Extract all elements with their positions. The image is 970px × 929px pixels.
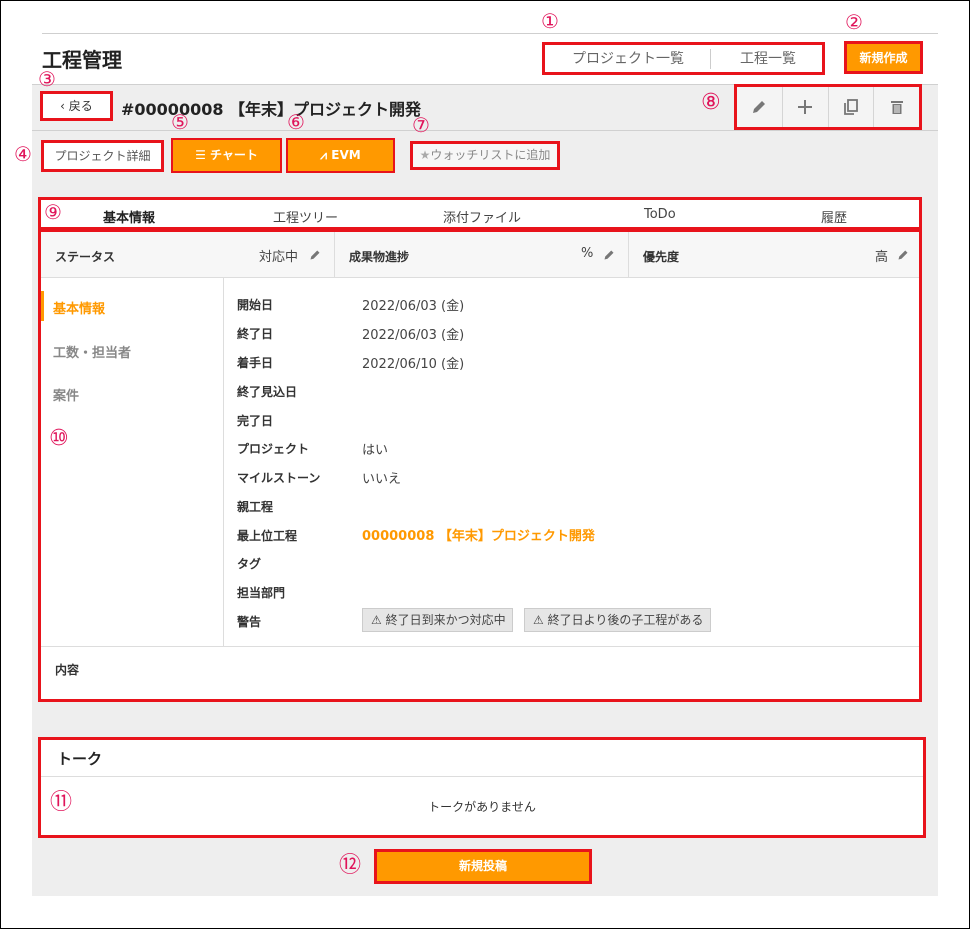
field-label: タグ [237, 557, 262, 571]
add-button[interactable] [783, 87, 829, 127]
tab-history[interactable]: 履歴 [821, 207, 847, 226]
star-icon: ★ [419, 148, 431, 162]
chevron-left-icon: ‹ [60, 99, 69, 113]
delete-button[interactable] [874, 87, 919, 127]
nav-process-list[interactable]: 工程一覧 [740, 48, 796, 68]
priority-cell: 優先度 高 [629, 232, 919, 278]
annotation-number: ⑦ [412, 113, 430, 137]
top-process-link[interactable]: 00000008 【年末】プロジェクト開発 [362, 525, 595, 544]
tab-attachments[interactable]: 添付ファイル [443, 207, 521, 226]
warning-text: 終了日より後の子工程がある [547, 613, 704, 627]
evm-button[interactable]: ⩘ EVM [286, 138, 395, 173]
warning-icon: ⚠ [533, 613, 544, 627]
annotation-number: ① [541, 9, 559, 33]
annotation-number: ⑫ [339, 853, 362, 878]
gantt-icon: ☰ [195, 148, 211, 162]
annotation-number: ④ [14, 142, 32, 166]
talk-empty-message: トークがありません [428, 800, 536, 814]
trash-icon [890, 101, 903, 114]
sidebar-item-basic-info[interactable]: 基本情報 [53, 298, 105, 317]
field-value: いいえ [362, 472, 402, 487]
trend-icon: ⩘ [320, 148, 332, 162]
tab-process-tree[interactable]: 工程ツリー [273, 207, 338, 226]
action-toolbar [734, 84, 922, 130]
field-label: 着手日 [237, 356, 274, 370]
watchlist-button[interactable]: ★ウォッチリストに追加 [410, 141, 560, 170]
back-label: 戻る [68, 99, 93, 113]
field-label: 開始日 [237, 298, 274, 312]
status-cell: ステータス 対応中 [41, 232, 335, 278]
field-label: 終了日 [237, 327, 274, 341]
annotation-number: ③ [38, 67, 56, 91]
warning-badge: ⚠ 終了日到来かつ対応中 [362, 608, 513, 632]
warning-icon: ⚠ [371, 613, 382, 627]
plus-icon [798, 100, 813, 114]
new-create-button[interactable]: 新規作成 [844, 41, 923, 74]
sidebar-item-effort-assignee[interactable]: 工数・担当者 [53, 342, 131, 361]
sidebar-divider [223, 278, 224, 646]
chart-button[interactable]: ☰ チャート [171, 138, 282, 173]
annotation-number: ⑤ [171, 110, 189, 134]
annotation-number: ⑪ [50, 790, 73, 815]
annotation-number: ⑧ [701, 90, 721, 115]
evm-button-label: EVM [331, 148, 361, 162]
edit-button[interactable] [737, 87, 783, 127]
back-button[interactable]: ‹ 戻る [40, 91, 113, 121]
detail-tabs: 基本情報 工程ツリー 添付ファイル ToDo 履歴 [38, 197, 922, 230]
title-bar-divider [32, 130, 938, 131]
annotation-number: ⑥ [287, 110, 305, 134]
sidebar-item-case[interactable]: 案件 [53, 385, 79, 404]
detail-panel: ステータス 対応中 成果物進捗 % 優先度 高 基本情報 工数・担当者 案件 開… [38, 229, 922, 702]
nav-project-list[interactable]: プロジェクト一覧 [572, 48, 684, 68]
tab-basic-info[interactable]: 基本情報 [103, 207, 155, 226]
field-value: 2022/06/10 (金) [362, 357, 465, 372]
field-label: 完了日 [237, 414, 274, 428]
field-label: 親工程 [237, 500, 274, 514]
copy-button[interactable] [829, 87, 875, 127]
header-top-divider [42, 33, 938, 34]
content-divider [41, 646, 919, 647]
content-label: 内容 [55, 663, 80, 677]
pencil-icon [753, 101, 766, 113]
copy-icon [843, 99, 858, 115]
field-value: 2022/06/03 (金) [362, 328, 465, 343]
field-label: 終了見込日 [237, 385, 298, 399]
field-label: 最上位工程 [237, 529, 298, 543]
talk-title: トーク [57, 750, 103, 768]
project-detail-button[interactable]: プロジェクト詳細 [41, 140, 164, 172]
pencil-icon[interactable] [309, 249, 321, 261]
field-value: はい [362, 443, 389, 458]
annotation-number: ② [845, 10, 863, 34]
pencil-icon[interactable] [897, 249, 909, 261]
tab-todo[interactable]: ToDo [644, 207, 676, 222]
annotation-number: ⑨ [44, 200, 62, 224]
status-row: ステータス 対応中 成果物進捗 % 優先度 高 [41, 232, 919, 278]
pencil-icon[interactable] [603, 249, 615, 261]
field-label: 警告 [237, 615, 262, 629]
field-label: プロジェクト [237, 442, 310, 456]
talk-section: トーク トークがありません [38, 737, 926, 838]
field-label: 担当部門 [237, 586, 286, 600]
new-post-button[interactable]: 新規投稿 [374, 849, 592, 884]
annotation-number: ⑩ [49, 426, 69, 451]
priority-label: 優先度 [643, 250, 680, 264]
nav-divider [710, 49, 711, 69]
field-label: マイルストーン [237, 471, 321, 485]
sidebar-active-marker [41, 291, 44, 321]
talk-divider [41, 776, 923, 777]
project-title: #00000008 【年末】プロジェクト開発 [121, 100, 422, 119]
warning-text: 終了日到来かつ対応中 [385, 613, 506, 627]
warning-badge: ⚠ 終了日より後の子工程がある [524, 608, 711, 632]
progress-cell: 成果物進捗 % [335, 232, 629, 278]
chart-button-label: チャート [210, 148, 258, 162]
status-value: 対応中 [259, 250, 299, 265]
progress-label: 成果物進捗 [349, 250, 410, 264]
priority-value: 高 [875, 250, 889, 265]
progress-value: % [581, 246, 594, 261]
field-value: 2022/06/03 (金) [362, 299, 465, 314]
status-label: ステータス [55, 250, 116, 264]
watchlist-label: ウォッチリストに追加 [430, 148, 551, 162]
